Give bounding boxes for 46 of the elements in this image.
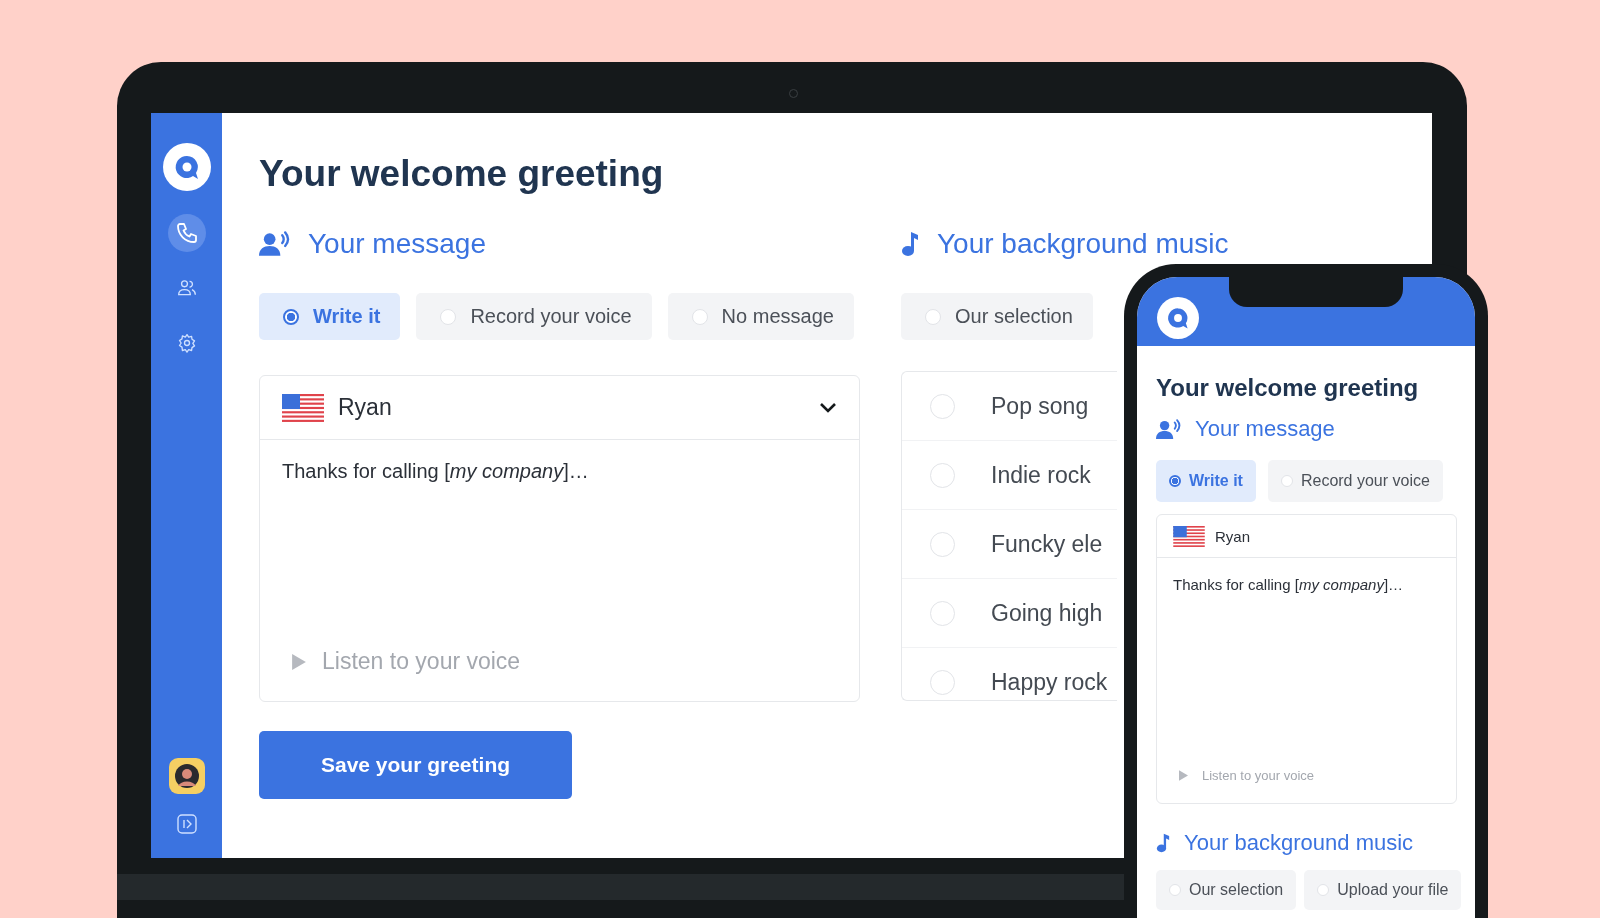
radio-button[interactable] xyxy=(930,393,955,419)
option-tab[interactable]: Record your voice xyxy=(416,293,652,340)
expand-panel-icon[interactable] xyxy=(176,814,197,834)
section-heading: Your message xyxy=(308,228,486,260)
logo-icon xyxy=(1157,297,1199,339)
chevron-down-icon[interactable] xyxy=(819,401,837,414)
radio-button[interactable] xyxy=(930,600,955,626)
music-note-icon xyxy=(901,231,919,257)
settings-icon xyxy=(176,333,197,353)
avatar-icon[interactable] xyxy=(168,758,205,794)
track-name[interactable]: Funcky ele xyxy=(991,530,1103,558)
page-title: Your welcome greeting xyxy=(1156,374,1420,402)
track-name[interactable]: Happy rock xyxy=(991,668,1108,696)
play-icon[interactable] xyxy=(1179,770,1188,781)
logo-icon xyxy=(162,143,211,191)
page-title: Your welcome greeting xyxy=(259,153,665,195)
section-heading: Your background music xyxy=(1184,830,1414,856)
message-text[interactable]: Thanks for calling [my company]… xyxy=(1173,576,1440,768)
nav-button[interactable] xyxy=(167,214,206,252)
flag-icon xyxy=(282,393,324,422)
message-text[interactable]: Thanks for calling [my company]… xyxy=(282,460,837,648)
option-tab[interactable]: Record your voice xyxy=(1267,460,1443,502)
save-button[interactable]: Save your greeting xyxy=(259,731,572,799)
speaking-person-icon xyxy=(259,231,290,257)
option-tab[interactable]: Upload your file xyxy=(1304,870,1462,910)
contacts-icon xyxy=(176,278,197,298)
option-tab[interactable]: Write it xyxy=(259,293,401,340)
phone-icon xyxy=(174,221,199,245)
option-tab[interactable]: No message xyxy=(667,293,854,340)
section-heading: Your message xyxy=(1195,416,1335,442)
radio-button[interactable] xyxy=(930,531,955,557)
option-tab[interactable]: Write it xyxy=(1156,460,1256,502)
voice-name: Ryan xyxy=(338,394,393,421)
music-note-icon xyxy=(1156,833,1170,853)
radio-button[interactable] xyxy=(930,669,955,695)
option-tab[interactable]: Our selection xyxy=(1156,870,1297,910)
play-icon[interactable] xyxy=(292,653,306,670)
radio-button[interactable] xyxy=(930,462,955,488)
voice-name: Ryan xyxy=(1215,527,1252,545)
track-name[interactable]: Pop song xyxy=(991,392,1089,420)
track-name[interactable]: Going high xyxy=(991,599,1103,627)
track-name[interactable]: Indie rock xyxy=(991,461,1091,489)
speaking-person-icon xyxy=(1156,418,1181,440)
flag-icon xyxy=(1173,525,1205,547)
section-heading: Your background music xyxy=(937,228,1229,260)
option-tab[interactable]: Our selection xyxy=(901,293,1093,340)
